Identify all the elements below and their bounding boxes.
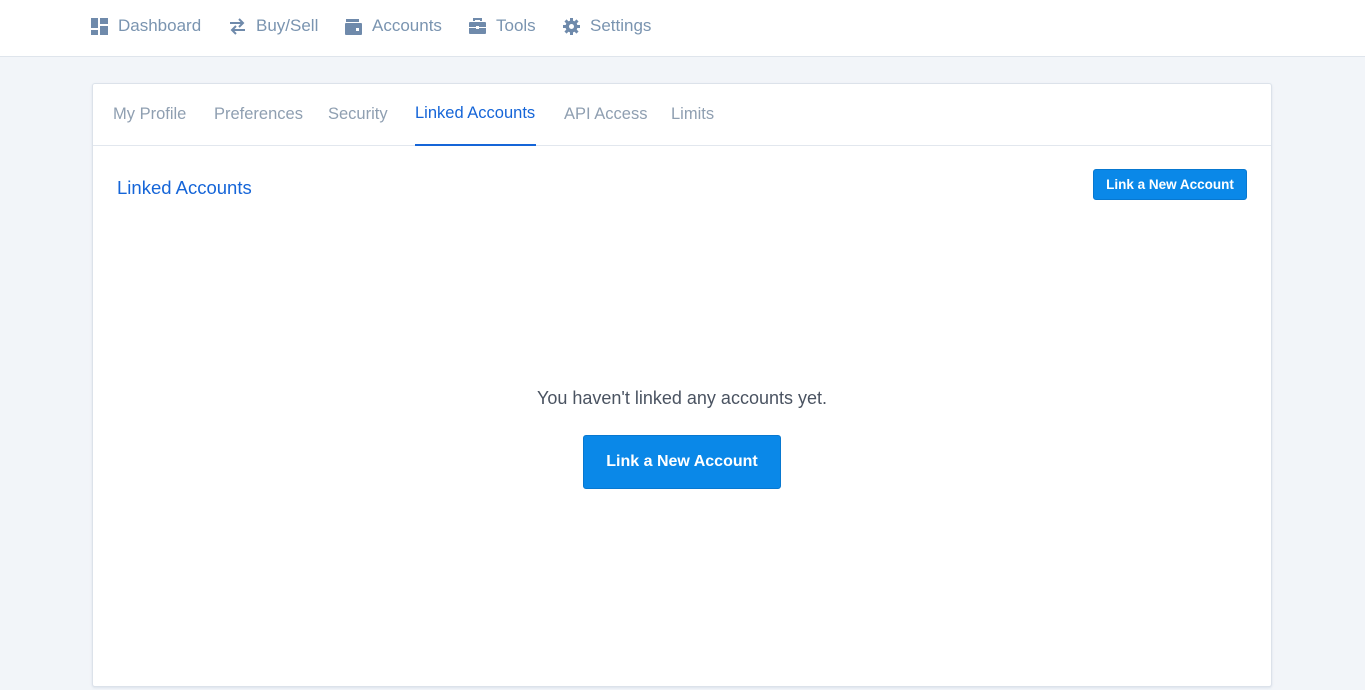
nav-accounts[interactable]: Accounts	[345, 15, 442, 37]
link-new-account-header-button[interactable]: Link a New Account	[1093, 169, 1247, 200]
tab-preferences[interactable]: Preferences	[214, 105, 303, 124]
link-new-account-button[interactable]: Link a New Account	[583, 435, 781, 489]
wallet-icon	[345, 18, 362, 35]
empty-state-message: You haven't linked any accounts yet.	[537, 388, 827, 408]
nav-tools[interactable]: Tools	[469, 15, 536, 37]
nav-buy-sell-label: Buy/Sell	[256, 16, 319, 35]
nav-tools-label: Tools	[496, 16, 536, 35]
section-title: Linked Accounts	[117, 177, 252, 198]
nav-settings-label: Settings	[590, 16, 652, 35]
active-tab-indicator	[415, 144, 536, 146]
tab-my-profile[interactable]: My Profile	[113, 105, 186, 124]
tab-linked-accounts[interactable]: Linked Accounts	[415, 104, 535, 123]
nav-settings[interactable]: Settings	[563, 15, 651, 37]
nav-accounts-label: Accounts	[372, 16, 442, 35]
nav-buy-sell[interactable]: Buy/Sell	[229, 15, 318, 37]
settings-card: My Profile Preferences Security Linked A…	[92, 83, 1272, 687]
nav-dashboard-label: Dashboard	[118, 16, 202, 35]
nav-dashboard[interactable]: Dashboard	[91, 15, 201, 37]
top-navigation: Dashboard Buy/Sell Accounts Tools Settin…	[0, 0, 1365, 57]
settings-tabs: My Profile Preferences Security Linked A…	[93, 84, 1271, 146]
tab-limits[interactable]: Limits	[671, 105, 714, 124]
tab-security[interactable]: Security	[328, 105, 388, 124]
dashboard-icon	[91, 17, 108, 35]
briefcase-icon	[469, 17, 486, 34]
swap-arrows-icon	[230, 17, 245, 35]
gear-icon	[563, 17, 580, 35]
tab-api-access[interactable]: API Access	[564, 105, 647, 124]
